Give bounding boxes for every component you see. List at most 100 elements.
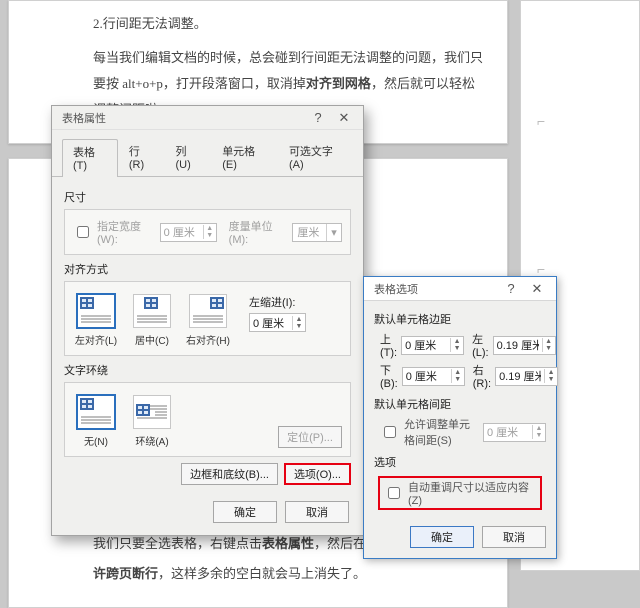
top-input[interactable] [402,337,450,354]
pref-width-checkbox[interactable]: 指定宽度(W): [73,218,154,246]
doc-text: 每当我们编辑文档的时候，总会碰到行间距无法调整的问题，我们只 [93,50,483,65]
close-icon: ✕ [532,281,543,297]
right-spinner[interactable]: ▲▼ [495,367,558,386]
tab-label: 表格(T) [73,147,95,172]
top-spinner[interactable]: ▲▼ [401,336,464,355]
table-options-dialog: 表格选项 ? ✕ 默认单元格边距 上(T): ▲▼ 左(L): ▲▼ 下(B):… [363,276,557,559]
tab-label: 单元格(E) [222,146,255,171]
ok-button[interactable]: 确定 [410,526,474,548]
spin-down-icon[interactable]: ▼ [452,376,464,383]
spacing-spinner: ▲▼ [483,423,546,442]
margins-label: 默认单元格边距 [374,311,546,327]
align-label: 对齐方式 [64,261,351,277]
tabs: 表格(T) 行(R) 列(U) 单元格(E) 可选文字(A) [52,130,363,177]
doc-heading-2: 2.行间距无法调整。 [93,11,507,37]
width-input[interactable] [161,224,203,241]
help-button[interactable]: ? [305,109,331,127]
doc-bold: 对齐到网格 [306,76,371,91]
spin-down-icon: ▼ [533,432,545,439]
indent-spinner[interactable]: ▲▼ [249,313,306,332]
option-label: 右对齐(H) [186,332,230,347]
dialog-titlebar[interactable]: 表格选项 ? ✕ [364,277,556,301]
dialog-title: 表格属性 [62,110,305,126]
width-spinner[interactable]: ▲▼ [160,223,217,242]
option-label: 居中(C) [135,332,169,347]
tab-row[interactable]: 行(R) [118,138,165,176]
align-panel: 左对齐(L) 居中(C) 右对齐(H) 左缩进(I): ▲▼ [64,281,351,356]
right-input[interactable] [496,368,544,385]
option-label: 环绕(A) [135,433,168,448]
autosize-checkbox[interactable]: 自动重调尺寸以适应内容(Z) [378,476,542,510]
tab-col[interactable]: 列(U) [165,138,212,176]
checkbox[interactable] [384,426,396,438]
cancel-button[interactable]: 取消 [482,526,546,548]
spacing-input [484,424,532,441]
spin-up-icon[interactable]: ▲ [543,338,555,345]
cancel-button[interactable]: 取消 [285,501,349,523]
right-label: 右(R): [473,362,491,390]
select-value: 厘米 [297,224,319,240]
wrap-around-option[interactable]: 环绕(A) [129,395,175,448]
spacing-checkbox[interactable]: 允许调整单元格间距(S) [380,416,479,448]
close-button[interactable]: ✕ [524,280,550,298]
spin-down-icon[interactable]: ▼ [293,323,305,330]
option-label: 无(N) [84,433,108,448]
border-shading-button[interactable]: 边框和底纹(B)... [181,463,278,485]
options-label: 选项 [374,454,546,470]
left-input[interactable] [494,337,542,354]
option-label: 左对齐(L) [75,332,117,347]
doc-bold: 表格属性 [262,536,314,551]
close-icon: ✕ [339,110,350,126]
align-right-option[interactable]: 右对齐(H) [185,294,231,347]
align-left-option[interactable]: 左对齐(L) [73,294,119,347]
spin-up-icon[interactable]: ▲ [293,316,305,323]
indent-input[interactable] [250,314,292,331]
spin-down-icon[interactable]: ▼ [543,345,555,352]
tab-alt[interactable]: 可选文字(A) [278,138,355,176]
doc-text: ，然后就可以轻松 [371,76,475,91]
spin-down-icon[interactable]: ▼ [451,345,463,352]
options-button[interactable]: 选项(O)... [284,463,351,485]
bottom-label: 下(B): [380,362,398,390]
doc-text: 要按 alt+o+p，打开段落窗口，取消掉 [93,76,306,91]
spin-down-icon[interactable]: ▼ [204,232,216,239]
spin-up-icon[interactable]: ▲ [204,225,216,232]
indent-label: 左缩进(I): [249,294,306,310]
wrap-panel: 无(N) 环绕(A) 定位(P)... [64,382,351,457]
wrap-label: 文字环绕 [64,362,351,378]
measure-select[interactable]: 厘米▾ [292,223,342,242]
crop-mark-icon: ⌐ [537,113,545,129]
dialog-titlebar[interactable]: 表格属性 ? ✕ [52,106,363,130]
align-center-option[interactable]: 居中(C) [129,294,175,347]
checkbox[interactable] [388,487,400,499]
bottom-spinner[interactable]: ▲▼ [402,367,465,386]
wrap-around-icon [133,395,171,429]
spin-down-icon[interactable]: ▼ [545,376,557,383]
spin-up-icon[interactable]: ▲ [452,369,464,376]
tab-table[interactable]: 表格(T) [62,139,118,177]
tab-cell[interactable]: 单元格(E) [211,138,278,176]
doc-text: 我们只要全选表格，右键点击 [93,536,262,551]
checkbox[interactable] [77,226,89,238]
ok-button[interactable]: 确定 [213,501,277,523]
checkbox-label: 允许调整单元格间距(S) [404,416,479,448]
position-button: 定位(P)... [278,426,342,448]
doc-text: ，然后在 [314,536,366,551]
close-button[interactable]: ✕ [331,109,357,127]
spin-up-icon: ▲ [533,425,545,432]
spin-up-icon[interactable]: ▲ [451,338,463,345]
spacing-label: 默认单元格间距 [374,396,546,412]
bottom-input[interactable] [403,368,451,385]
tab-label: 列(U) [176,146,191,171]
align-left-icon [77,294,115,328]
measure-label: 度量单位(M): [229,218,287,246]
align-center-icon [133,294,171,328]
left-spinner[interactable]: ▲▼ [493,336,556,355]
wrap-none-option[interactable]: 无(N) [73,395,119,448]
tab-label: 行(R) [129,146,144,171]
doc-text: ，这样多余的空白就会马上消失了。 [158,566,366,581]
checkbox-label: 指定宽度(W): [97,218,154,246]
spin-up-icon[interactable]: ▲ [545,369,557,376]
align-right-icon [189,294,227,328]
help-button[interactable]: ? [498,280,524,298]
